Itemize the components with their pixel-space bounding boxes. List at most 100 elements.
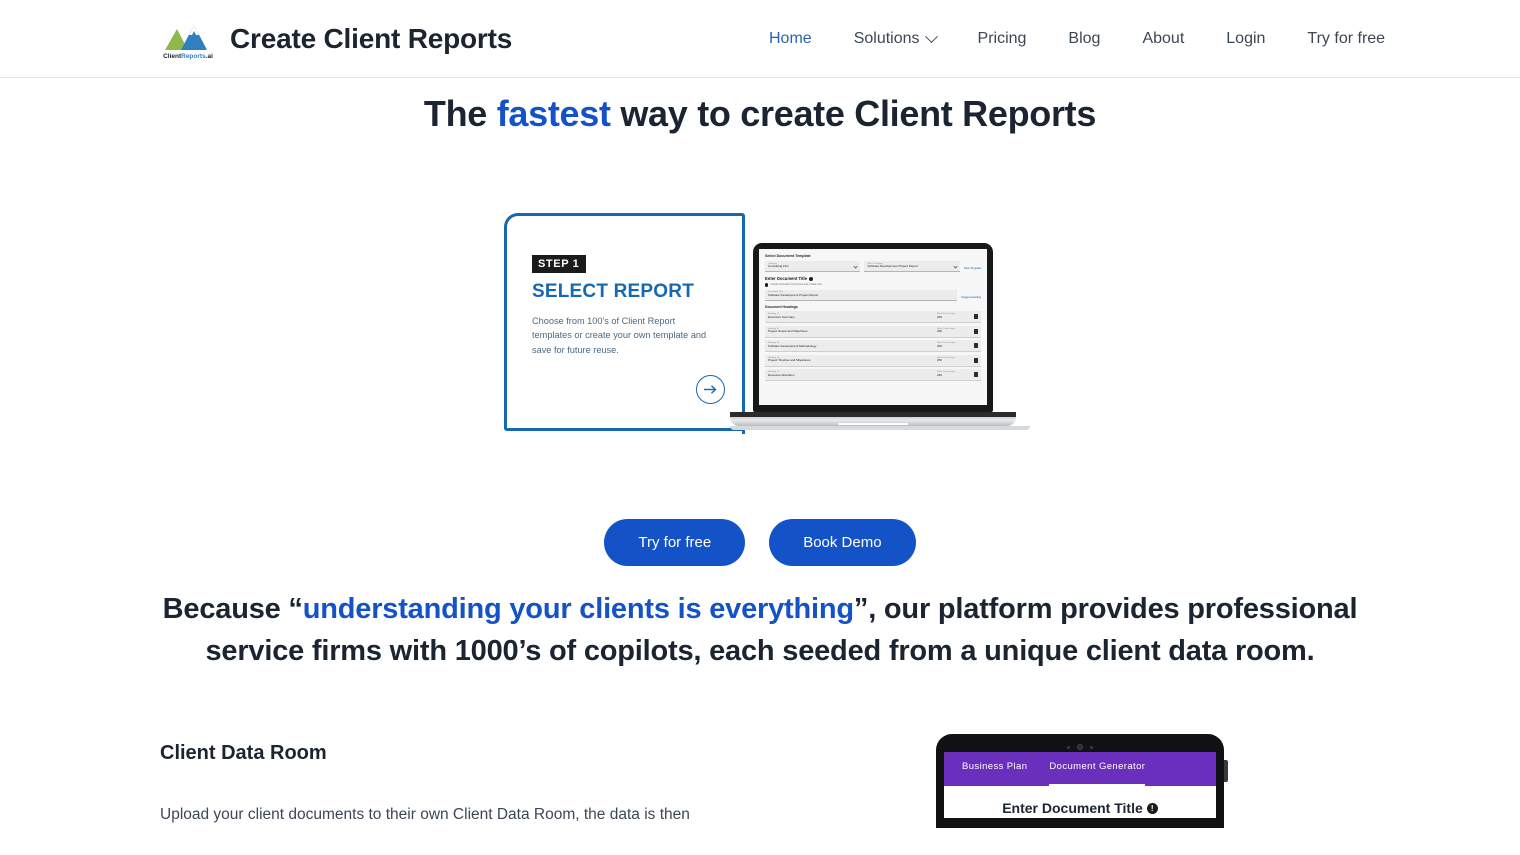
mini-heading-name-group: Heading #4 Project Timeline and Mileston…	[768, 357, 934, 364]
tablet-camera-row	[944, 742, 1216, 752]
book-demo-button[interactable]: Book Demo	[769, 519, 916, 567]
clientreports-logo-icon: ClientReports.ai	[160, 18, 216, 60]
mini-checkbox-label: Include Information From Documents in Da…	[770, 283, 822, 286]
nav-item-pricing[interactable]: Pricing	[957, 31, 1048, 47]
site-header: ClientReports.ai Create Client Reports H…	[0, 0, 1520, 78]
mini-suggest-heading-link[interactable]: Suggest Heading	[961, 296, 981, 301]
mini-save-template-link[interactable]: Save Template	[964, 267, 981, 272]
headline-highlight: fastest	[496, 93, 611, 134]
brand-title: Create Client Reports	[230, 22, 513, 54]
mini-headings-title: Document Headings	[765, 304, 798, 309]
trash-icon[interactable]	[974, 372, 978, 378]
mini-wc-value: 300	[937, 343, 943, 348]
mini-wc-value: 250	[937, 372, 943, 377]
arrow-right-svg	[704, 385, 717, 394]
mini-wc-value: 200	[937, 314, 943, 319]
mini-heading-name-group: Heading #5 Resource Allocation	[768, 371, 934, 378]
client-data-room-paragraph: Upload your client documents to their ow…	[160, 806, 690, 824]
sensor-dot-icon	[1067, 745, 1070, 749]
nav-label-home: Home	[769, 30, 812, 47]
nav-item-solutions[interactable]: Solutions	[833, 29, 957, 47]
tablet-mockup: Business Plan Document Generator Enter D…	[936, 734, 1228, 829]
mini-heading-row[interactable]: Heading #5 Resource Allocation Word Coun…	[765, 369, 981, 382]
mini-wc-value: 250	[937, 358, 943, 363]
mini-category-value: Consulting Firm	[768, 264, 790, 269]
headline-part2: way to create Client Reports	[610, 93, 1097, 134]
trash-icon[interactable]	[974, 343, 978, 349]
subheadline: Because “understanding your clients is e…	[160, 588, 1360, 672]
mini-wc-value: 300	[937, 329, 943, 334]
headline-part1: The	[423, 93, 497, 134]
mini-heading-value: Executive Summary	[768, 314, 795, 319]
nav-item-home[interactable]: Home	[748, 31, 833, 47]
mini-heading-row[interactable]: Heading #2 Project Scope and Objectives …	[765, 325, 981, 338]
mini-template-row: Category Consulting Firm Select Template…	[765, 261, 981, 273]
tablet-body: Enter Document Title !	[944, 786, 1216, 818]
try-for-free-button[interactable]: Try for free	[604, 519, 746, 567]
step-title: SELECT REPORT	[532, 281, 695, 303]
mini-heading-row[interactable]: Heading #4 Project Timeline and Mileston…	[765, 354, 981, 367]
tablet-tab-bar: Business Plan Document Generator	[944, 752, 1216, 787]
cta-button-row: Try for free Book Demo	[0, 519, 1520, 567]
mini-doc-title-value: Software Development Project Report	[768, 292, 819, 297]
mini-heading-value: Project Timeline and Milestones	[768, 358, 811, 363]
mini-wordcount-group: Word Count Target 250	[937, 357, 971, 364]
mini-template-value: Software Development Project Report	[867, 264, 918, 269]
mountain-logo-svg: ClientReports.ai	[163, 24, 213, 60]
nav-label-login: Login	[1226, 30, 1266, 47]
nav-label-about: About	[1142, 30, 1185, 47]
brand-logo-group[interactable]: ClientReports.ai Create Client Reports	[160, 18, 512, 60]
laptop-foot	[730, 426, 1030, 431]
client-data-room-text: Client Data Room Upload your client docu…	[160, 734, 760, 828]
svg-text:ClientReports.ai: ClientReports.ai	[163, 53, 213, 60]
client-data-room-heading: Client Data Room	[160, 742, 327, 765]
subhead-part1: Because “	[162, 593, 303, 626]
info-icon	[809, 276, 814, 281]
mini-enter-title-text: Enter Document Title	[765, 276, 808, 282]
tablet-title-text: Enter Document Title	[1002, 800, 1143, 817]
nav-item-about[interactable]: About	[1121, 31, 1205, 47]
arrow-right-icon[interactable]	[696, 375, 725, 405]
nav-label-solutions: Solutions	[853, 30, 920, 47]
mini-wordcount-group: Word Count Target 200	[937, 313, 971, 320]
step-badge: STEP 1	[532, 255, 587, 274]
hero-step-card: STEP 1 SELECT REPORT Choose from 100's o…	[504, 213, 1030, 435]
mini-heading-name-group: Heading #2 Project Scope and Objectives	[768, 328, 934, 335]
mini-doc-title-row: Document Title Software Development Proj…	[765, 289, 981, 301]
mini-heading-value: Software Development Methodology	[768, 343, 817, 348]
tab-document-generator[interactable]: Document Generator	[1049, 761, 1146, 787]
mini-heading-row[interactable]: Heading #3 Software Development Methodol…	[765, 340, 981, 353]
nav-item-try-for-free[interactable]: Try for free	[1286, 31, 1406, 47]
mini-heading-row[interactable]: Heading #1 Executive Summary Word Count …	[765, 311, 981, 324]
trash-icon[interactable]	[974, 314, 978, 320]
nav-label-blog: Blog	[1068, 30, 1101, 47]
mini-include-docs-checkbox[interactable]: Include Information From Documents in Da…	[765, 283, 981, 287]
laptop-lid: Select Document Template Category Consul…	[753, 243, 993, 413]
mini-template-select[interactable]: Select Template Software Development Pro…	[864, 261, 960, 273]
client-data-room-section: Client Data Room Upload your client docu…	[0, 734, 1520, 829]
hero-image-area: STEP 1 SELECT REPORT Choose from 100's o…	[0, 213, 1520, 435]
nav-item-blog[interactable]: Blog	[1047, 31, 1121, 47]
subhead-highlight: understanding your clients is everything	[302, 593, 854, 626]
trash-icon[interactable]	[974, 328, 978, 334]
trash-icon[interactable]	[974, 357, 978, 363]
mini-wordcount-group: Word Count Target 300	[937, 328, 971, 335]
mini-heading-value: Project Scope and Objectives	[768, 329, 808, 334]
nav-label-try-for-free: Try for free	[1307, 30, 1386, 47]
laptop-mockup: Select Document Template Category Consul…	[730, 243, 1030, 431]
tablet-screen: Business Plan Document Generator Enter D…	[944, 752, 1216, 819]
nav-item-login[interactable]: Login	[1205, 31, 1286, 47]
mini-category-select[interactable]: Category Consulting Firm	[765, 261, 861, 273]
mini-enter-title-heading: Enter Document Title	[765, 276, 981, 281]
info-icon[interactable]: !	[1146, 802, 1158, 814]
mini-heading-name-group: Heading #3 Software Development Methodol…	[768, 342, 934, 349]
laptop-keyboard-base	[730, 412, 1016, 427]
tablet-mockup-area: Business Plan Document Generator Enter D…	[800, 734, 1360, 829]
step-description: Choose from 100's of Client Report templ…	[532, 316, 707, 355]
chevron-down-icon	[924, 29, 938, 43]
mini-doc-title-input[interactable]: Document Title Software Development Proj…	[765, 289, 958, 301]
main-navigation: Home Solutions Pricing Blog About Login …	[748, 0, 1406, 78]
page-headline: The fastest way to create Client Reports	[0, 92, 1520, 135]
tab-business-plan[interactable]: Business Plan	[962, 761, 1027, 786]
sensor-dot-icon	[1090, 745, 1093, 749]
